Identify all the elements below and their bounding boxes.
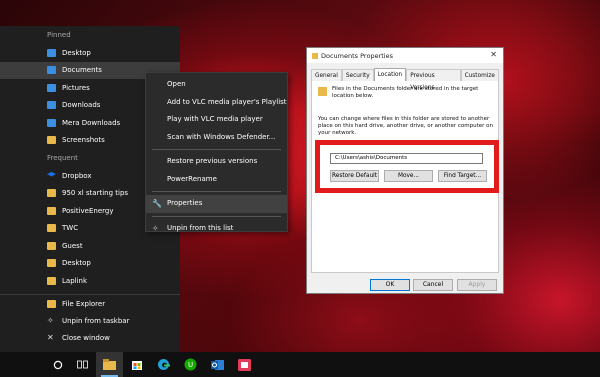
unpin-taskbar-action[interactable]: ✧ Unpin from taskbar bbox=[0, 312, 180, 329]
item-label: Screenshots bbox=[62, 136, 105, 145]
menu-label: Properties bbox=[167, 199, 203, 207]
file-explorer-icon[interactable] bbox=[96, 352, 123, 377]
location-path-field[interactable]: C:\Users\ashis\Documents bbox=[330, 153, 483, 164]
dropbox-icon bbox=[47, 171, 56, 177]
frequent-item-desktop[interactable]: Desktop bbox=[0, 255, 180, 273]
menu-label: Unpin from this list bbox=[167, 223, 234, 232]
documents-folder-icon bbox=[47, 66, 56, 75]
menu-separator bbox=[152, 149, 281, 150]
item-label: PositiveEnergy bbox=[62, 206, 114, 215]
find-target-button[interactable]: Find Target... bbox=[438, 170, 487, 182]
item-label: Mera Downloads bbox=[62, 118, 121, 127]
cortana-circle-icon[interactable] bbox=[44, 352, 71, 377]
item-label: Guest bbox=[62, 241, 83, 250]
location-panel: Files in the Documents folder are stored… bbox=[311, 80, 499, 273]
upwork-icon[interactable]: U bbox=[177, 352, 204, 377]
item-label: Laplink bbox=[62, 276, 88, 285]
menu-open[interactable]: Open bbox=[146, 76, 287, 94]
tab-general[interactable]: General bbox=[311, 69, 342, 81]
item-label: File Explorer bbox=[62, 299, 106, 308]
item-label: Desktop bbox=[62, 48, 91, 57]
frequent-item-laplink[interactable]: Laplink bbox=[0, 272, 180, 290]
close-button[interactable]: ✕ bbox=[490, 50, 497, 59]
ok-button[interactable]: OK bbox=[370, 279, 410, 291]
menu-separator bbox=[152, 191, 281, 192]
tab-security[interactable]: Security bbox=[341, 69, 374, 81]
menu-scan-defender[interactable]: Scan with Windows Defender... bbox=[146, 129, 287, 147]
folder-icon bbox=[47, 206, 56, 215]
menu-powerrename[interactable]: PowerRename bbox=[146, 171, 287, 189]
desktop-folder-icon bbox=[47, 48, 56, 57]
item-label: 950 xl starting tips bbox=[62, 189, 129, 198]
tab-customize[interactable]: Customize bbox=[460, 69, 499, 81]
close-window-action[interactable]: ✕ Close window bbox=[0, 329, 180, 346]
jump-list-footer: File Explorer ✧ Unpin from taskbar ✕ Close… bbox=[0, 294, 180, 352]
dialog-title: Documents Properties bbox=[321, 51, 393, 60]
restore-default-button[interactable]: Restore Default bbox=[330, 170, 379, 182]
apply-button[interactable]: Apply bbox=[457, 279, 497, 291]
frequent-item-guest[interactable]: Guest bbox=[0, 237, 180, 255]
pinned-header: Pinned bbox=[47, 31, 71, 39]
cancel-button[interactable]: Cancel bbox=[413, 279, 453, 291]
item-label: Desktop bbox=[62, 259, 91, 268]
unpin-icon: ✧ bbox=[152, 223, 159, 233]
menu-play-vlc[interactable]: Play with VLC media player bbox=[146, 111, 287, 129]
item-label: Pictures bbox=[62, 83, 90, 92]
folder-icon bbox=[47, 224, 56, 233]
folder-icon bbox=[47, 189, 56, 198]
menu-add-vlc-playlist[interactable]: Add to VLC media player's Playlist bbox=[146, 94, 287, 112]
menu-unpin[interactable]: ✧ Unpin from this list bbox=[146, 220, 287, 238]
location-help-text: You can change where files in this folde… bbox=[318, 116, 494, 136]
item-label: Downloads bbox=[62, 101, 101, 110]
tab-strip: General Security Location Previous Versi… bbox=[311, 68, 499, 91]
pictures-folder-icon bbox=[47, 83, 56, 92]
snip-icon[interactable] bbox=[231, 352, 258, 377]
folder-icon bbox=[47, 276, 56, 285]
folder-icon bbox=[312, 52, 318, 59]
menu-properties[interactable]: 🔧 Properties bbox=[146, 195, 287, 213]
wrench-icon: 🔧 bbox=[152, 199, 162, 208]
unpin-icon: ✧ bbox=[47, 315, 54, 325]
context-menu: Open Add to VLC media player's Playlist … bbox=[145, 72, 288, 233]
store-icon[interactable] bbox=[123, 352, 150, 377]
folder-icon bbox=[47, 136, 56, 145]
file-explorer-action[interactable]: File Explorer bbox=[0, 295, 180, 312]
download-arrow-icon bbox=[47, 101, 56, 110]
move-button[interactable]: Move... bbox=[384, 170, 433, 182]
menu-separator bbox=[152, 215, 281, 217]
item-label: Close window bbox=[62, 333, 110, 342]
close-icon: ✕ bbox=[47, 332, 54, 342]
documents-folder-icon bbox=[318, 87, 327, 96]
tab-previous-versions[interactable]: Previous Versions bbox=[406, 69, 461, 91]
tab-location[interactable]: Location bbox=[373, 68, 407, 81]
folder-icon bbox=[47, 241, 56, 250]
menu-restore-versions[interactable]: Restore previous versions bbox=[146, 153, 287, 171]
item-label: TWC bbox=[62, 224, 79, 233]
edge-icon[interactable] bbox=[150, 352, 177, 377]
folder-icon bbox=[47, 259, 56, 268]
download-arrow-icon bbox=[47, 118, 56, 127]
outlook-icon[interactable] bbox=[204, 352, 231, 377]
item-label: Unpin from taskbar bbox=[62, 316, 130, 325]
task-view-icon[interactable] bbox=[69, 352, 96, 377]
item-label: Dropbox bbox=[62, 171, 92, 180]
documents-properties-dialog: Documents Properties ✕ General Security … bbox=[306, 47, 504, 294]
taskbar: U bbox=[0, 352, 600, 377]
dialog-title-bar: Documents Properties ✕ bbox=[307, 48, 503, 63]
item-label: Documents bbox=[62, 66, 102, 75]
file-explorer-icon bbox=[47, 299, 56, 308]
svg-text:U: U bbox=[188, 361, 193, 369]
pinned-item-desktop[interactable]: Desktop bbox=[0, 44, 180, 62]
